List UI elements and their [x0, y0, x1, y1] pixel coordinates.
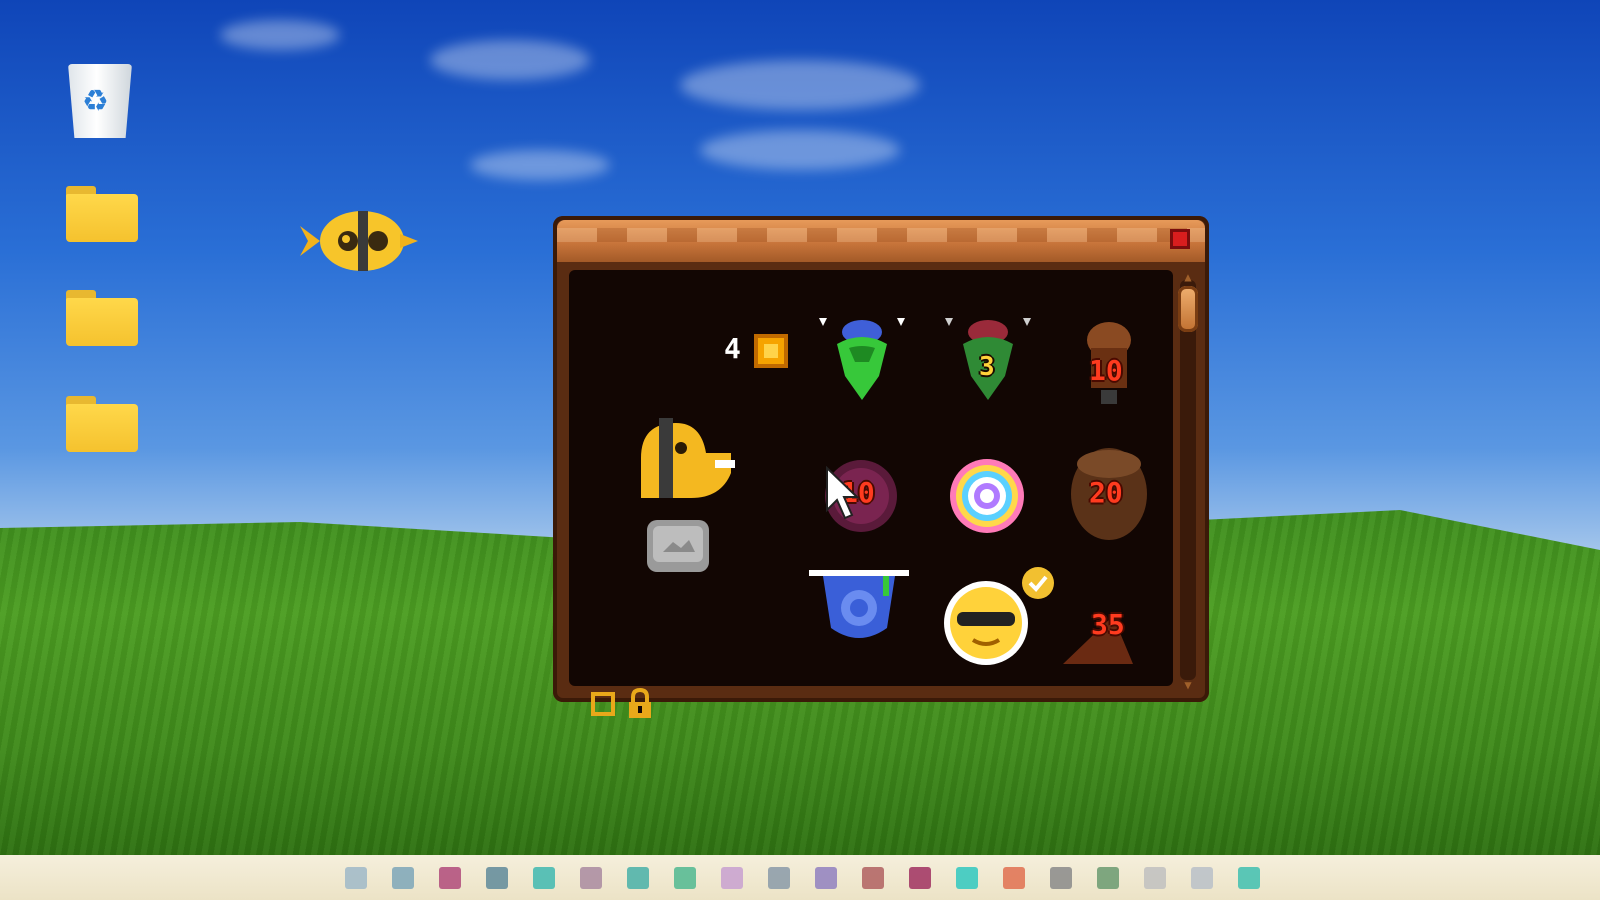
taskbar-app-icon[interactable] — [1003, 867, 1025, 889]
taskbar-app-icon[interactable] — [1097, 867, 1119, 889]
taskbar-app-icon[interactable] — [486, 867, 508, 889]
image-placeholder-icon[interactable] — [647, 520, 709, 572]
close-button[interactable] — [1170, 229, 1190, 249]
item-price-label: 20 — [1089, 476, 1123, 509]
taskbar-app-icon[interactable] — [1238, 867, 1260, 889]
folder-icon[interactable] — [66, 186, 138, 242]
inventory-panel: 4 3 10 10 20 35 — [569, 270, 1173, 718]
item-price-label: 10 — [1089, 354, 1123, 387]
taskbar-app-icon[interactable] — [1050, 867, 1072, 889]
scrollbar-thumb[interactable] — [1178, 286, 1198, 332]
item-price-label: 35 — [1091, 608, 1125, 641]
select-toggle-button[interactable] — [591, 692, 615, 716]
taskbar-app-icon[interactable] — [1191, 867, 1213, 889]
recycle-bin-icon[interactable]: ♻ — [64, 58, 136, 140]
cloud — [470, 150, 610, 180]
mouse-cursor-icon — [826, 466, 859, 520]
taskbar-app-icon[interactable] — [533, 867, 555, 889]
rainbow-swirl-icon[interactable] — [947, 456, 1027, 536]
blue-swirl-pot-icon[interactable] — [807, 568, 911, 648]
taskbar-app-icon[interactable] — [345, 867, 367, 889]
coin-count: 4 — [724, 332, 741, 365]
brown-totem-icon[interactable]: 10 — [1067, 318, 1151, 410]
taskbar-app-icon[interactable] — [439, 867, 461, 889]
taskbar-app-icon[interactable] — [909, 867, 931, 889]
checkmark-coin-icon — [1022, 567, 1054, 599]
lock-icon[interactable] — [625, 688, 655, 718]
taskbar-app-icon[interactable] — [627, 867, 649, 889]
coin-icon — [754, 334, 788, 368]
taskbar-app-icon[interactable] — [768, 867, 790, 889]
scrollbar-track[interactable] — [1180, 280, 1196, 680]
taskbar-app-icon[interactable] — [392, 867, 414, 889]
taskbar-app-icon[interactable] — [580, 867, 602, 889]
sunglasses-smiley-icon[interactable] — [943, 580, 1029, 666]
tree-stump-icon[interactable]: 20 — [1067, 446, 1151, 542]
window-titlebar[interactable] — [557, 220, 1205, 262]
game-window[interactable]: 4 3 10 10 20 35 ▲ ▼ — [553, 216, 1209, 718]
pizza-slice-icon[interactable]: 35 — [1063, 596, 1153, 666]
item-count-label: 3 — [979, 352, 995, 382]
taskbar-app-icon[interactable] — [721, 867, 743, 889]
blob-creature-icon[interactable] — [631, 418, 741, 500]
cloud — [220, 20, 340, 50]
taskbar-app-icon[interactable] — [1144, 867, 1166, 889]
cloud — [700, 130, 900, 170]
taskbar-app-icon[interactable] — [862, 867, 884, 889]
fish-character-icon[interactable] — [300, 206, 418, 276]
taskbar-app-icon[interactable] — [956, 867, 978, 889]
cloud — [430, 40, 590, 80]
goblin-mask-icon[interactable]: 3 — [945, 318, 1031, 404]
folder-icon[interactable] — [66, 290, 138, 346]
taskbar — [0, 855, 1600, 900]
cloud — [680, 60, 920, 110]
scroll-down-icon[interactable]: ▼ — [1181, 679, 1195, 691]
scroll-up-icon[interactable]: ▲ — [1181, 271, 1195, 283]
taskbar-app-icon[interactable] — [815, 867, 837, 889]
taskbar-app-icon[interactable] — [674, 867, 696, 889]
folder-icon[interactable] — [66, 396, 138, 452]
green-mask-icon[interactable] — [819, 318, 905, 404]
